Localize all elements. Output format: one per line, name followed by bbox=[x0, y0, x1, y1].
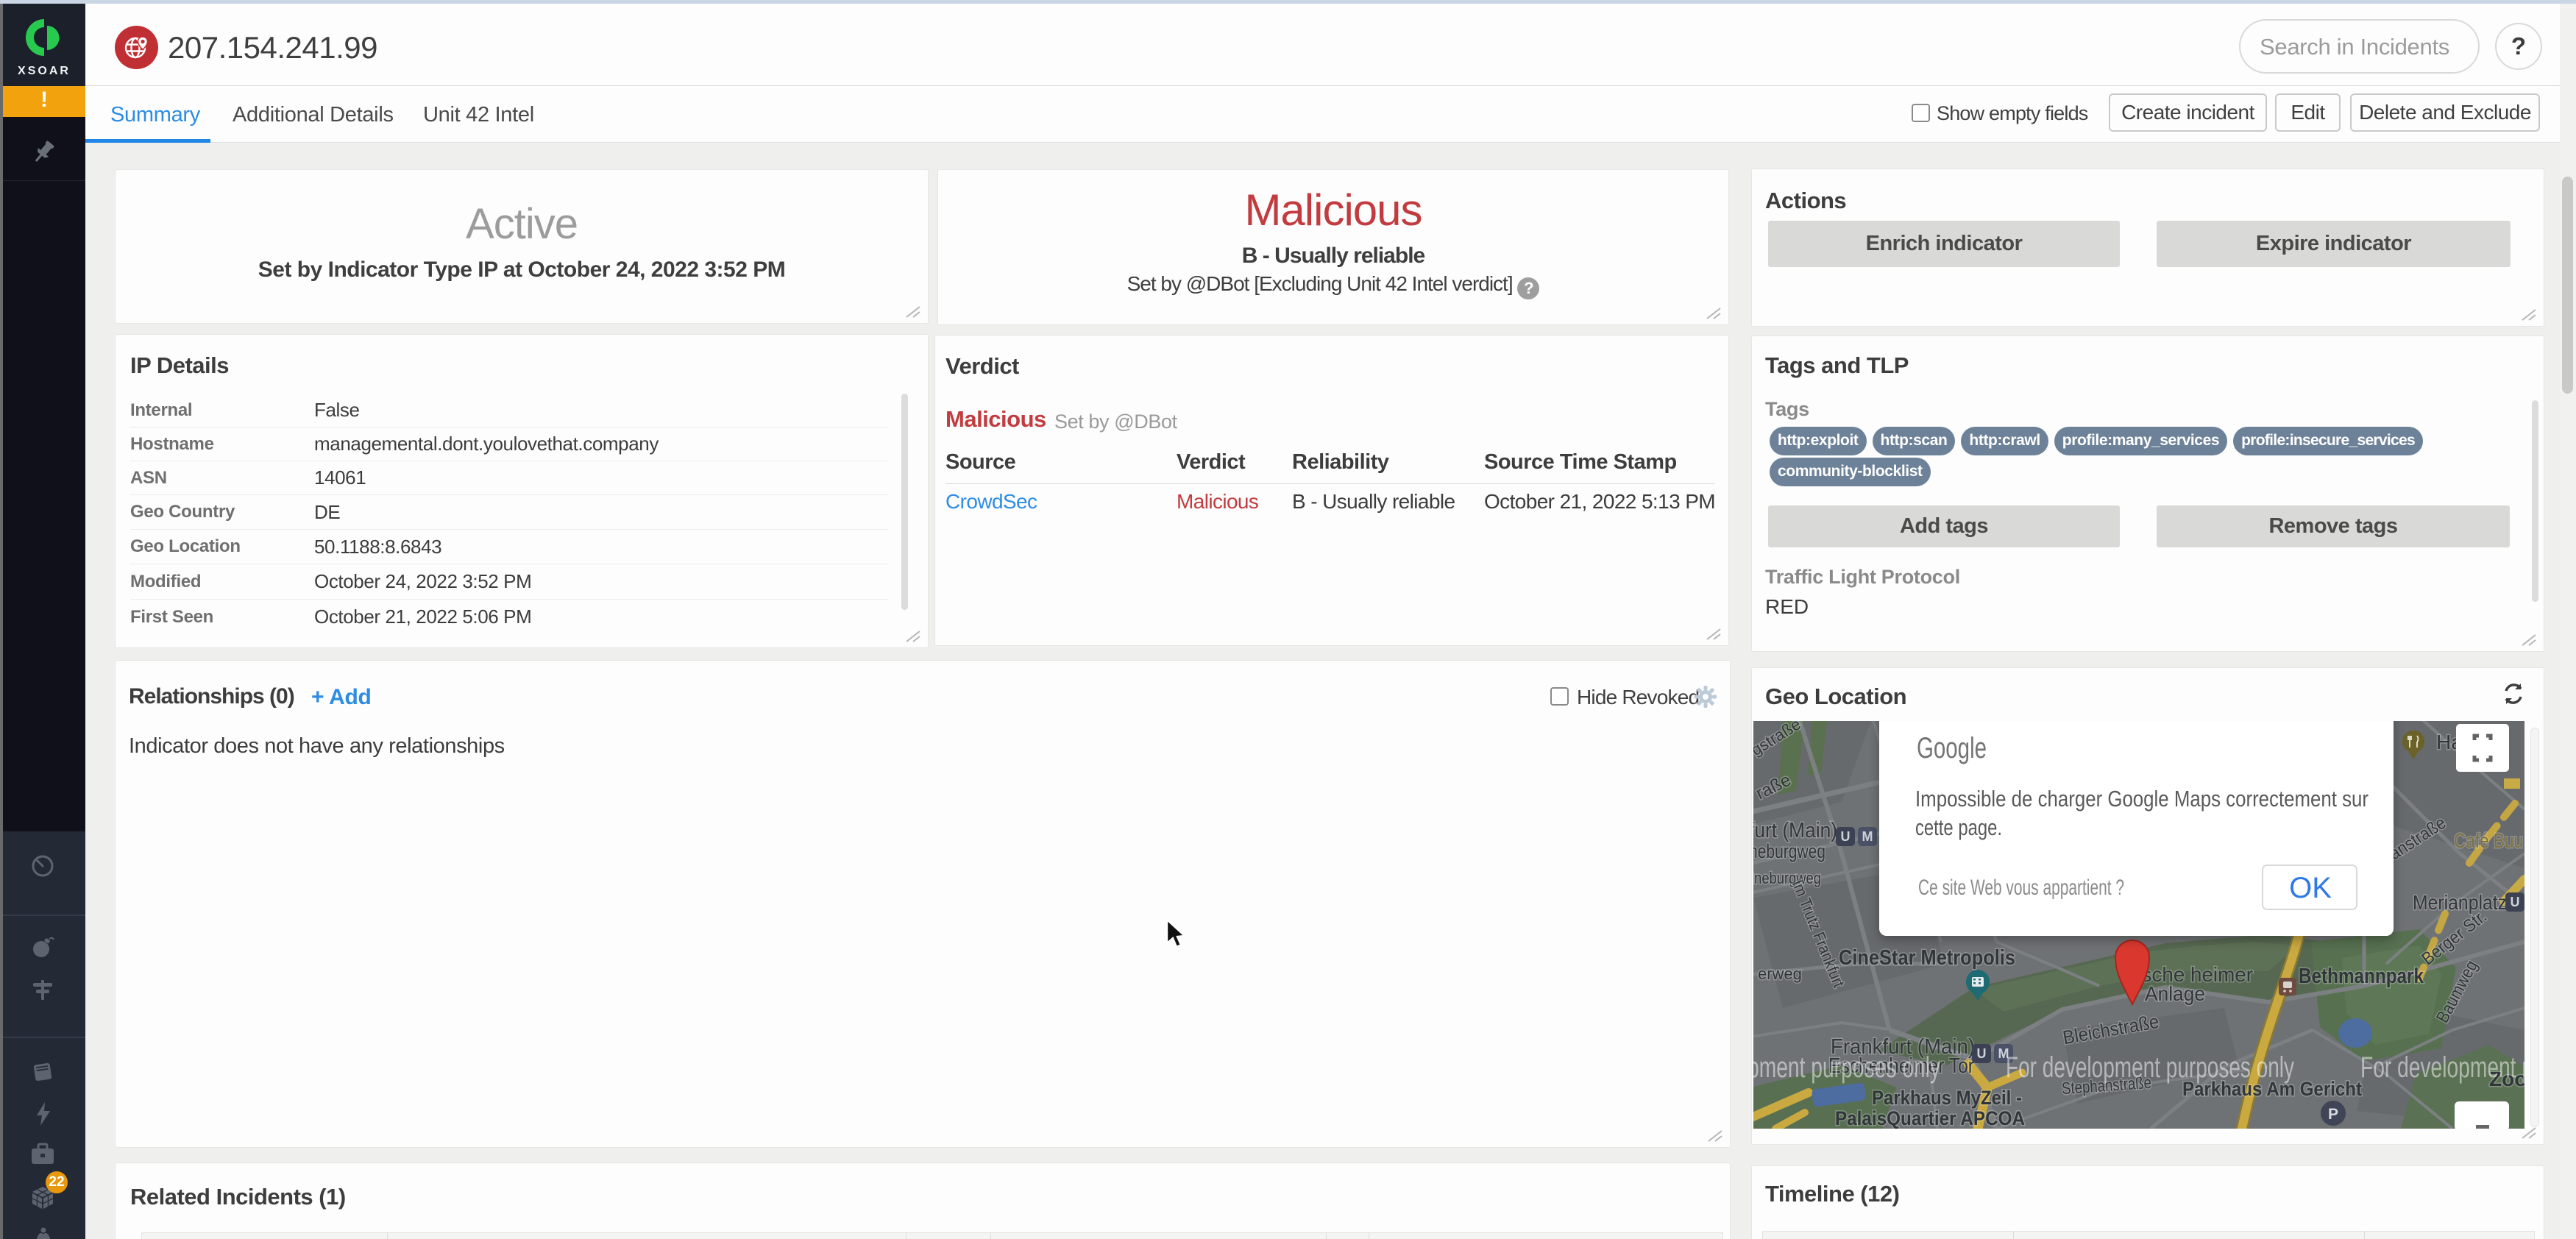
svg-text:cette page.: cette page. bbox=[1915, 814, 2002, 840]
svg-text:Ineburgweg: Ineburgweg bbox=[1753, 869, 1821, 887]
svg-text:Bethmannpark: Bethmannpark bbox=[2299, 965, 2424, 988]
svg-text:Parkhaus MyZeil -: Parkhaus MyZeil - bbox=[1872, 1087, 2022, 1109]
svg-text:neburgweg: neburgweg bbox=[1753, 840, 1825, 862]
svg-text:Anlage: Anlage bbox=[2145, 982, 2205, 1005]
svg-text:Ce site Web vous appartient ?: Ce site Web vous appartient ? bbox=[1918, 876, 2124, 900]
svg-text:U: U bbox=[2511, 895, 2520, 909]
svg-text:P: P bbox=[2328, 1106, 2338, 1123]
svg-text:PalaisQuartier APCOA: PalaisQuartier APCOA bbox=[1835, 1107, 2025, 1129]
svg-text:Café Buu: Café Buu bbox=[2454, 829, 2523, 852]
svg-text:M: M bbox=[1862, 829, 1873, 844]
svg-text:erweg: erweg bbox=[1758, 965, 1802, 983]
svg-text:furt (Main): furt (Main) bbox=[1753, 819, 1837, 842]
svg-text:CineStar Metropolis: CineStar Metropolis bbox=[1839, 946, 2015, 970]
svg-text:For development purposes only: For development purposes only bbox=[2006, 1051, 2294, 1084]
svg-text:Impossible de charger Google M: Impossible de charger Google Maps correc… bbox=[1915, 786, 2369, 812]
svg-text:OK: OK bbox=[2289, 872, 2332, 904]
svg-text:U: U bbox=[1841, 829, 1851, 844]
svg-text:pment purposes only: pment purposes only bbox=[1753, 1051, 1940, 1084]
svg-text:For development p: For development p bbox=[2360, 1051, 2524, 1084]
svg-text:Google: Google bbox=[1917, 732, 1987, 764]
svg-text:Merianplatz: Merianplatz bbox=[2413, 891, 2507, 914]
svg-text:U: U bbox=[1977, 1046, 1987, 1061]
